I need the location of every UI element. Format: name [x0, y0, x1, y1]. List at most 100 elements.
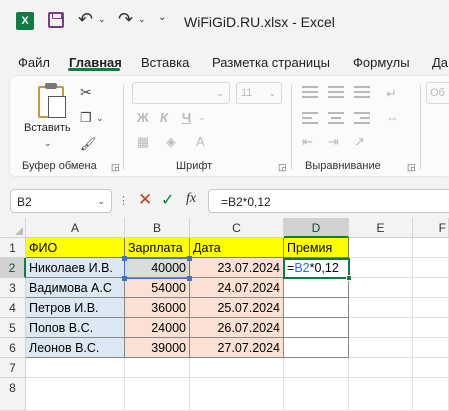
increase-indent-icon[interactable]: ⇥	[328, 134, 339, 150]
save-icon[interactable]	[48, 12, 64, 28]
table-cell[interactable]	[413, 358, 449, 378]
row-header-6[interactable]: 6	[0, 338, 26, 358]
underline-button[interactable]: Ч	[182, 110, 191, 125]
copy-icon[interactable]: ❐	[80, 110, 92, 126]
align-left-icon[interactable]	[302, 112, 318, 124]
table-cell[interactable]	[349, 238, 413, 258]
column-header-c[interactable]: C	[190, 218, 284, 238]
font-size-select[interactable]: 11 ⌄	[236, 82, 282, 104]
column-header-f[interactable]: F	[413, 218, 449, 238]
table-cell[interactable]	[190, 358, 284, 378]
table-cell[interactable]	[413, 258, 449, 278]
table-cell[interactable]	[413, 338, 449, 358]
spreadsheet-grid[interactable]: A B C D E F 1 2 3 4 5 6 7 8 ФИО Зарплата…	[0, 218, 449, 411]
row-header-8[interactable]: 8	[0, 378, 26, 411]
formula-input[interactable]: =B2*0,12	[208, 189, 449, 213]
table-cell[interactable]	[125, 378, 190, 411]
align-top-icon[interactable]	[302, 86, 318, 98]
bold-button[interactable]: Ж	[137, 110, 149, 125]
wrap-text-icon[interactable]: ↵	[386, 86, 397, 102]
active-cell-d2[interactable]: =B2*0,12	[283, 258, 352, 281]
table-cell[interactable]	[349, 378, 413, 411]
reference-handle[interactable]	[187, 256, 192, 261]
undo-dropdown-icon[interactable]: ⌄	[98, 14, 106, 25]
table-cell-name[interactable]: Леонов В.С.	[26, 338, 125, 358]
table-cell[interactable]	[413, 318, 449, 338]
column-header-b[interactable]: B	[125, 218, 190, 238]
borders-icon[interactable]: ▦	[137, 134, 149, 150]
header-cell-date[interactable]: Дата	[190, 238, 284, 258]
table-cell[interactable]	[26, 358, 125, 378]
paste-dropdown-icon[interactable]: ⌄	[44, 138, 52, 149]
row-header-1[interactable]: 1	[0, 238, 26, 258]
table-cell[interactable]	[349, 318, 413, 338]
fill-color-icon[interactable]: ◈	[166, 134, 176, 150]
table-cell[interactable]	[413, 278, 449, 298]
tab-insert[interactable]: Вставка	[141, 55, 189, 70]
row-header-2[interactable]: 2	[0, 258, 26, 278]
table-cell-salary[interactable]: 36000	[125, 298, 190, 318]
table-cell[interactable]	[26, 378, 125, 411]
row-header-7[interactable]: 7	[0, 358, 26, 378]
table-cell[interactable]	[349, 298, 413, 318]
cancel-icon[interactable]: ✕	[138, 190, 152, 210]
column-header-e[interactable]: E	[349, 218, 413, 238]
fill-handle[interactable]	[346, 275, 352, 281]
column-header-a[interactable]: A	[26, 218, 125, 238]
chevron-down-icon[interactable]: ⌄	[97, 196, 105, 207]
table-cell-salary[interactable]: 39000	[125, 338, 190, 358]
table-cell-name[interactable]: Вадимова А.С	[26, 278, 125, 298]
undo-icon[interactable]: ↶	[78, 9, 93, 30]
tab-page-layout[interactable]: Разметка страницы	[212, 55, 330, 70]
redo-dropdown-icon[interactable]: ⌄	[138, 14, 146, 25]
table-cell[interactable]	[125, 358, 190, 378]
align-middle-icon[interactable]	[328, 86, 344, 98]
header-cell-fio[interactable]: ФИО	[26, 238, 125, 258]
table-cell-bonus[interactable]	[284, 318, 349, 338]
table-cell[interactable]	[413, 298, 449, 318]
table-cell-date[interactable]: 25.07.2024	[190, 298, 284, 318]
table-cell[interactable]	[413, 378, 449, 411]
format-painter-icon[interactable]: 🖌	[80, 136, 97, 152]
align-center-icon[interactable]	[328, 112, 344, 124]
table-cell-date[interactable]: 27.07.2024	[190, 338, 284, 358]
paste-icon[interactable]	[38, 83, 66, 118]
table-cell-bonus[interactable]	[284, 338, 349, 358]
underline-dropdown-icon[interactable]: ⌄	[198, 112, 206, 123]
insert-function-icon[interactable]: fx	[186, 191, 196, 207]
italic-button[interactable]: К	[160, 110, 168, 125]
decrease-indent-icon[interactable]: ⇤	[302, 134, 313, 150]
formula-bar-grip-icon[interactable]: ⋮	[118, 194, 129, 207]
table-cell[interactable]	[349, 278, 413, 298]
cut-icon[interactable]: ✂	[80, 84, 92, 101]
active-cell-formula[interactable]: =B2*0,12	[287, 261, 339, 275]
tab-formulas[interactable]: Формулы	[353, 55, 410, 70]
alignment-launcher-icon[interactable]: ◲	[407, 162, 416, 173]
select-all-button[interactable]	[0, 218, 26, 238]
table-cell[interactable]	[349, 338, 413, 358]
table-cell[interactable]	[284, 378, 349, 411]
reference-handle[interactable]	[122, 276, 127, 281]
table-cell-salary[interactable]: 54000	[125, 278, 190, 298]
enter-icon[interactable]: ✓	[161, 190, 174, 210]
table-cell-date[interactable]: 23.07.2024	[190, 258, 284, 278]
row-header-3[interactable]: 3	[0, 278, 26, 298]
row-header-5[interactable]: 5	[0, 318, 26, 338]
table-cell[interactable]	[413, 238, 449, 258]
name-box[interactable]: B2 ⌄	[10, 189, 112, 213]
paste-button-label[interactable]: Вставить	[24, 122, 71, 134]
merge-center-icon[interactable]: ⇔	[386, 110, 399, 125]
reference-handle[interactable]	[122, 256, 127, 261]
table-cell[interactable]	[190, 378, 284, 411]
font-name-select[interactable]: ⌄	[132, 82, 230, 104]
header-cell-salary[interactable]: Зарплата	[125, 238, 190, 258]
table-cell-date[interactable]: 24.07.2024	[190, 278, 284, 298]
row-header-4[interactable]: 4	[0, 298, 26, 318]
table-cell[interactable]	[349, 358, 413, 378]
reference-handle[interactable]	[187, 276, 192, 281]
orientation-icon[interactable]: ↗	[354, 134, 365, 150]
redo-icon[interactable]: ↷	[118, 9, 133, 30]
table-cell-name[interactable]: Попов В.С.	[26, 318, 125, 338]
copy-dropdown-icon[interactable]: ⌄	[96, 113, 104, 124]
font-color-icon[interactable]: A	[196, 134, 205, 149]
